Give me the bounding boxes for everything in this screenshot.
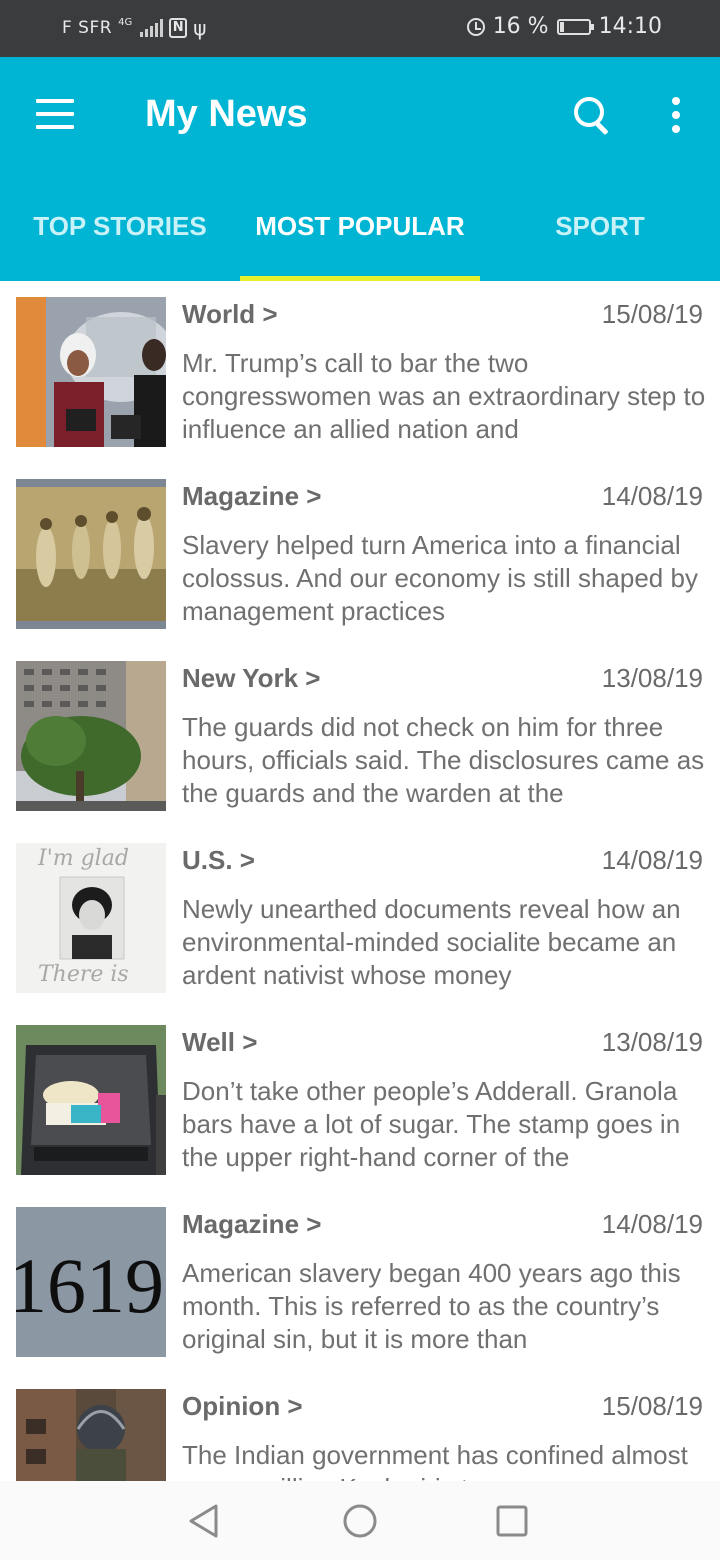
list-item[interactable]: Opinion > 15/08/19 The Indian government… <box>0 1373 720 1481</box>
article-thumbnail <box>16 661 166 811</box>
article-list[interactable]: World > 15/08/19 Mr. Trump’s call to bar… <box>0 281 720 1481</box>
article-date: 14/08/19 <box>601 481 703 511</box>
nfc-icon: N <box>169 18 188 38</box>
article-abstract: Newly unearthed documents reveal how an … <box>182 894 681 990</box>
search-icon[interactable] <box>572 95 612 136</box>
alarm-icon <box>466 17 485 36</box>
status-bar: F SFR 4G N ψ 16 % 14:10 <box>0 0 720 57</box>
list-item[interactable]: I'm glad There is U.S. > 14/08/19 Newly … <box>0 827 720 1009</box>
article-section: New York > <box>182 663 321 693</box>
list-item[interactable]: New York > 13/08/19 The guards did not c… <box>0 645 720 827</box>
battery-percent: 16 % <box>492 14 549 39</box>
article-thumbnail <box>16 479 166 629</box>
article-date: 15/08/19 <box>601 1391 703 1421</box>
hamburger-menu-icon[interactable] <box>36 99 76 129</box>
battery-icon <box>556 18 594 35</box>
tab-bar: TOP STORIES MOST POPULAR SPORT <box>0 187 720 281</box>
article-section: World > <box>182 299 278 329</box>
usb-icon: ψ <box>193 16 207 40</box>
article-section: Opinion > <box>182 1391 303 1421</box>
article-section: U.S. > <box>182 845 255 875</box>
article-date: 15/08/19 <box>601 299 703 329</box>
list-item[interactable]: Well > 13/08/19 Don’t take other people’… <box>0 1009 720 1191</box>
recent-apps-icon[interactable] <box>494 1503 530 1539</box>
thumb-letter-bottom: There is <box>38 962 129 987</box>
article-date: 14/08/19 <box>601 1209 703 1239</box>
back-icon[interactable] <box>186 1503 222 1539</box>
article-thumbnail <box>16 297 166 447</box>
overflow-menu-icon[interactable] <box>668 95 684 135</box>
article-abstract: The guards did not check on him for thre… <box>182 712 705 808</box>
clock: 14:10 <box>598 14 662 39</box>
article-thumbnail <box>16 1025 166 1175</box>
tab-sport[interactable]: SPORT <box>480 187 720 281</box>
article-abstract: The Indian government has confined almos… <box>182 1440 688 1481</box>
article-section: Magazine > <box>182 481 322 511</box>
carrier-label: F SFR <box>62 18 113 38</box>
list-item[interactable]: World > 15/08/19 Mr. Trump’s call to bar… <box>0 281 720 463</box>
signal-icon <box>140 19 164 37</box>
article-abstract: American slavery began 400 years ago thi… <box>182 1258 681 1354</box>
article-thumbnail <box>16 1389 166 1481</box>
status-right: 16 % 14:10 <box>466 14 662 39</box>
article-abstract: Don’t take other people’s Adderall. Gran… <box>182 1076 681 1172</box>
article-abstract: Slavery helped turn America into a finan… <box>182 530 698 626</box>
article-date: 14/08/19 <box>601 845 703 875</box>
article-section: Well > <box>182 1027 258 1057</box>
article-thumbnail: 1619 <box>16 1207 166 1357</box>
tab-most-popular[interactable]: MOST POPULAR <box>240 187 480 281</box>
list-item[interactable]: Magazine > 14/08/19 Slavery helped turn … <box>0 463 720 645</box>
home-icon[interactable] <box>342 1503 378 1539</box>
article-date: 13/08/19 <box>601 663 703 693</box>
network-label: 4G <box>118 17 133 28</box>
app-title: My News <box>145 93 308 135</box>
tab-top-stories[interactable]: TOP STORIES <box>0 187 240 281</box>
list-item[interactable]: 1619 Magazine > 14/08/19 American slaver… <box>0 1191 720 1373</box>
thumb-letter-top: I'm glad <box>37 846 129 871</box>
thumb-number: 1619 <box>16 1242 164 1329</box>
article-thumbnail: I'm glad There is <box>16 843 166 993</box>
article-abstract: Mr. Trump’s call to bar the two congress… <box>182 348 706 444</box>
status-left: F SFR 4G N ψ <box>62 16 206 40</box>
system-nav-bar <box>0 1481 720 1560</box>
app-bar: My News TOP STORIES MOST POPULAR SPORT <box>0 57 720 281</box>
article-section: Magazine > <box>182 1209 322 1239</box>
article-date: 13/08/19 <box>601 1027 703 1057</box>
